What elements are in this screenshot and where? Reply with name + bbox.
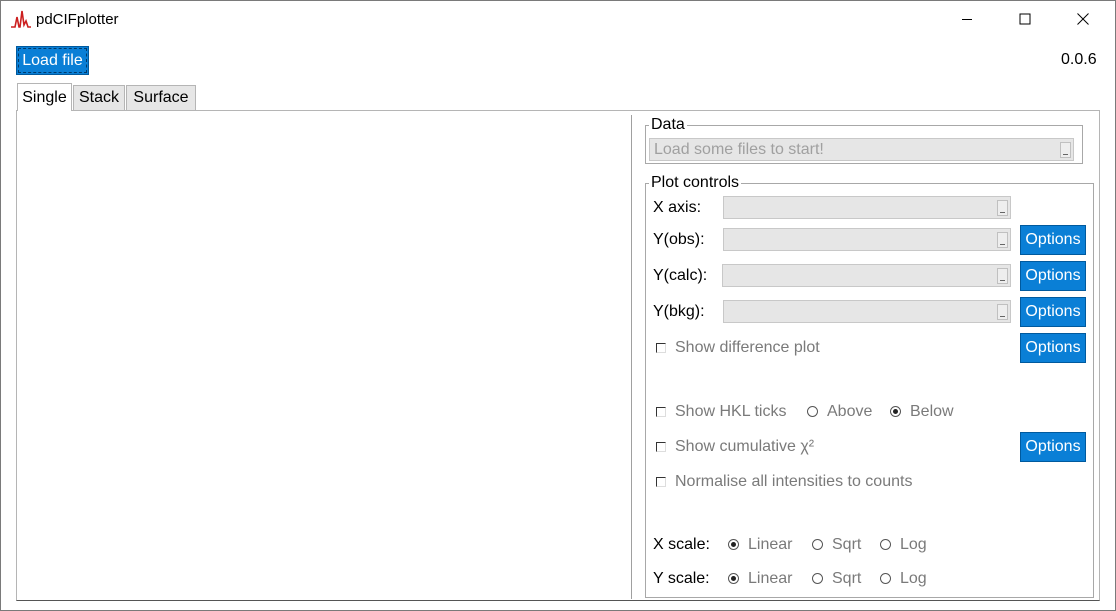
version-label: 0.0.6	[1061, 51, 1097, 68]
x-axis-label: X axis:	[653, 199, 702, 216]
file-select-placeholder: Load some files to start!	[654, 141, 824, 158]
x-scale-linear-radio[interactable]	[728, 539, 739, 550]
hkl-above-radio[interactable]	[807, 406, 818, 417]
maximize-button[interactable]	[996, 1, 1054, 37]
x-scale-sqrt-radio[interactable]	[812, 539, 823, 550]
yobs-options-button[interactable]: Options	[1020, 225, 1086, 255]
close-icon	[1077, 13, 1089, 25]
ybkg-label: Y(bkg):	[653, 303, 705, 320]
show-chi2-checkbox[interactable]	[656, 442, 666, 452]
show-chi2-label: Show cumulative χ²	[675, 438, 815, 455]
maximize-icon	[1019, 13, 1031, 25]
ybkg-combo[interactable]	[723, 300, 1011, 323]
normalise-label: Normalise all intensities to counts	[675, 473, 913, 490]
tab-surface[interactable]: Surface	[126, 85, 196, 110]
load-file-button[interactable]: Load file	[16, 46, 89, 75]
hkl-below-radio[interactable]	[890, 406, 901, 417]
ycalc-combo[interactable]	[722, 264, 1011, 287]
show-hkl-checkbox[interactable]	[656, 407, 666, 417]
panel-separator	[631, 115, 635, 599]
ycalc-options-button[interactable]: Options	[1020, 261, 1086, 291]
y-scale-sqrt-label: Sqrt	[832, 570, 862, 587]
file-select-combo[interactable]: Load some files to start!	[649, 138, 1074, 161]
minimize-button[interactable]	[938, 1, 996, 37]
app-icon	[11, 10, 31, 28]
x-axis-combo[interactable]	[723, 196, 1011, 219]
ybkg-options-button[interactable]: Options	[1020, 297, 1086, 327]
y-scale-log-radio[interactable]	[880, 573, 891, 584]
difference-options-button[interactable]: Options	[1020, 333, 1086, 363]
tab-single[interactable]: Single	[17, 83, 72, 111]
normalise-checkbox[interactable]	[656, 477, 666, 487]
hkl-above-label: Above	[827, 403, 873, 420]
hkl-below-label: Below	[910, 403, 954, 420]
dropdown-arrow-icon	[997, 304, 1008, 320]
dropdown-arrow-icon	[997, 232, 1008, 248]
plot-canvas[interactable]	[17, 111, 629, 600]
minimize-icon	[962, 19, 972, 20]
dropdown-arrow-icon	[997, 268, 1008, 284]
x-scale-log-label: Log	[900, 536, 927, 553]
yobs-combo[interactable]	[723, 228, 1011, 251]
y-scale-label: Y scale:	[653, 570, 710, 587]
y-scale-linear-label: Linear	[748, 570, 793, 587]
y-scale-linear-radio[interactable]	[728, 573, 739, 584]
window-title: pdCIFplotter	[36, 11, 119, 28]
close-button[interactable]	[1054, 1, 1112, 37]
tab-stack[interactable]: Stack	[73, 85, 125, 110]
dropdown-arrow-icon	[997, 200, 1008, 216]
x-scale-linear-label: Linear	[748, 536, 793, 553]
x-scale-sqrt-label: Sqrt	[832, 536, 862, 553]
plot-controls-legend: Plot controls	[649, 174, 742, 192]
dropdown-arrow-icon	[1060, 142, 1071, 158]
y-scale-log-label: Log	[900, 570, 927, 587]
show-difference-label: Show difference plot	[675, 339, 820, 356]
show-difference-checkbox[interactable]	[656, 343, 666, 353]
yobs-label: Y(obs):	[653, 231, 705, 248]
chi2-options-button[interactable]: Options	[1020, 432, 1086, 462]
show-hkl-label: Show HKL ticks	[675, 403, 787, 420]
x-scale-label: X scale:	[653, 536, 710, 553]
ycalc-label: Y(calc):	[653, 267, 708, 284]
data-group-legend: Data	[649, 116, 687, 134]
y-scale-sqrt-radio[interactable]	[812, 573, 823, 584]
x-scale-log-radio[interactable]	[880, 539, 891, 550]
